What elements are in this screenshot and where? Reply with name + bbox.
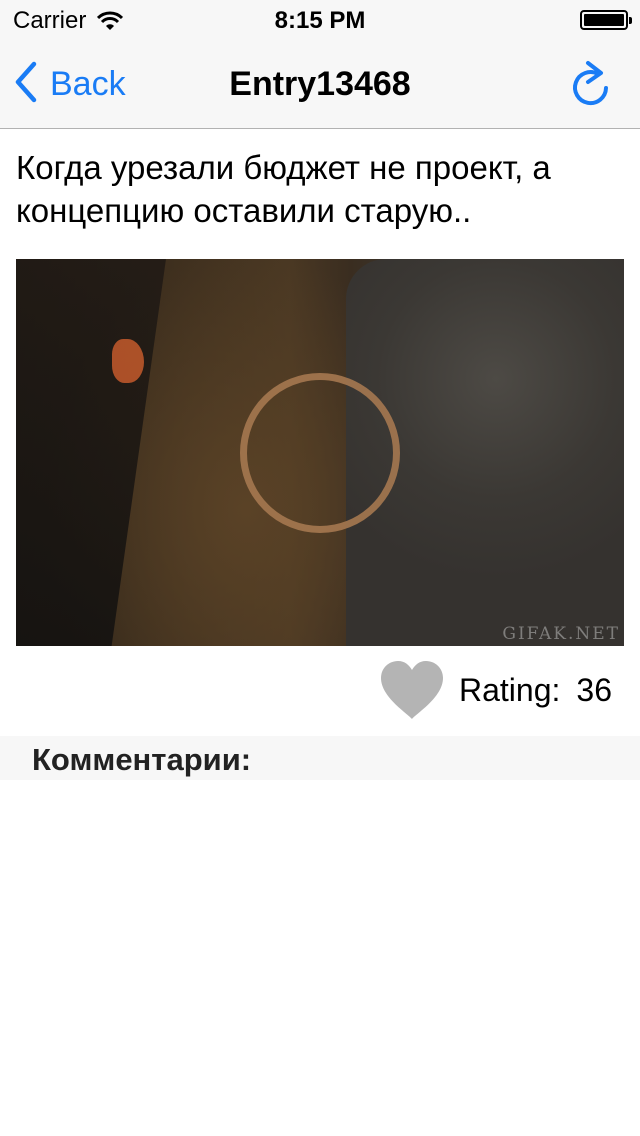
rating-label: Rating:: [459, 672, 561, 708]
battery-icon: [580, 10, 632, 30]
loading-ring-icon: [240, 373, 400, 533]
page-title: Entry13468: [229, 65, 411, 103]
like-button[interactable]: [379, 659, 445, 721]
navigation-bar: Back Entry13468: [0, 40, 640, 128]
media-shadow: [16, 259, 166, 646]
battery-level: [584, 14, 624, 26]
entry-media[interactable]: GIFAK.NET: [16, 259, 624, 646]
entry-screen: Carrier 8:15 PM Back Entry13468 Когда ур…: [0, 0, 640, 1136]
status-time: 8:15 PM: [274, 7, 366, 34]
comments-section-header: Комментарии:: [0, 736, 640, 780]
rating-value: 36: [576, 672, 612, 708]
media-watermark: GIFAK.NET: [502, 624, 620, 644]
media-detail: [112, 339, 144, 383]
status-bar: Carrier 8:15 PM: [0, 0, 640, 40]
heart-icon: [379, 661, 445, 725]
top-bar: Carrier 8:15 PM Back Entry13468: [0, 0, 640, 129]
battery-tip: [629, 17, 632, 24]
entry-text: Когда урезали бюджет не проект, а концеп…: [16, 149, 551, 229]
refresh-icon: [568, 61, 612, 112]
refresh-button[interactable]: [568, 60, 612, 108]
comments-title: Комментарии:: [32, 742, 252, 777]
rating: Rating: 36: [459, 672, 612, 709]
